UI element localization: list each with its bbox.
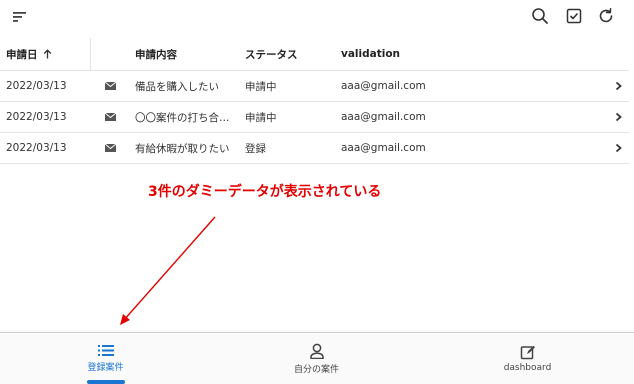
select-mode-button[interactable] [562, 4, 586, 28]
table-row[interactable]: 2022/03/13 〇〇案件の打ち合… 申請中 aaa@gmail.com [0, 102, 629, 133]
row-date: 2022/03/13 [6, 111, 67, 123]
active-indicator [87, 380, 125, 384]
edit-icon [520, 345, 535, 360]
chevron-right-icon[interactable] [610, 102, 626, 132]
menu-button[interactable] [7, 5, 31, 29]
row-content: 〇〇案件の打ち合… [135, 111, 230, 124]
table-row[interactable]: 2022/03/13 備品を購入したい 申請中 aaa@gmail.com [0, 71, 629, 102]
row-status: 申請中 [245, 80, 277, 93]
nav-label: dashboard [503, 363, 552, 373]
mail-icon [98, 71, 122, 101]
top-toolbar [0, 0, 634, 36]
row-email: aaa@gmail.com [341, 111, 426, 123]
nav-label: 登録案件 [87, 363, 124, 373]
mail-icon [98, 102, 122, 132]
chevron-right-icon[interactable] [610, 71, 626, 101]
nav-item-dashboard[interactable]: dashboard [422, 333, 633, 384]
header-date-label: 申請日 [6, 48, 38, 61]
checkbox-icon [566, 8, 582, 24]
nav-item-registered[interactable]: 登録案件 [0, 333, 211, 384]
header-status[interactable]: ステータス [245, 38, 325, 70]
sort-lines-icon [13, 12, 26, 22]
refresh-icon [599, 7, 613, 23]
refresh-button[interactable] [594, 4, 618, 28]
table-row[interactable]: 2022/03/13 有給休暇が取りたい 登録 aaa@gmail.com [0, 133, 629, 164]
header-validation[interactable]: validation [341, 38, 521, 70]
table-header: 申請日 申請内容 ステータス validation [0, 38, 629, 71]
annotation-text: 3件のダミーデータが表示されている [148, 184, 382, 200]
sort-ascending-icon [43, 49, 52, 59]
request-table: 申請日 申請内容 ステータス validation 2022/03/13 備品を… [0, 38, 629, 164]
list-icon [97, 345, 114, 356]
nav-item-mine[interactable]: 自分の案件 [211, 333, 422, 384]
person-icon [309, 343, 324, 359]
header-date[interactable]: 申請日 [6, 38, 88, 70]
row-content: 有給休暇が取りたい [135, 142, 230, 155]
chevron-right-icon[interactable] [610, 133, 626, 163]
column-divider [90, 38, 91, 70]
bottom-navigation: 登録案件 自分の案件 dashboard [0, 332, 634, 384]
row-date: 2022/03/13 [6, 80, 67, 92]
row-email: aaa@gmail.com [341, 80, 426, 92]
row-content: 備品を購入したい [135, 80, 219, 93]
row-status: 申請中 [245, 111, 277, 124]
row-date: 2022/03/13 [6, 142, 67, 154]
header-content[interactable]: 申請内容 [135, 38, 237, 70]
search-icon [532, 8, 548, 24]
row-status: 登録 [245, 142, 266, 155]
search-button[interactable] [528, 4, 552, 28]
row-email: aaa@gmail.com [341, 142, 426, 154]
mail-icon [98, 133, 122, 163]
nav-label: 自分の案件 [293, 364, 339, 375]
